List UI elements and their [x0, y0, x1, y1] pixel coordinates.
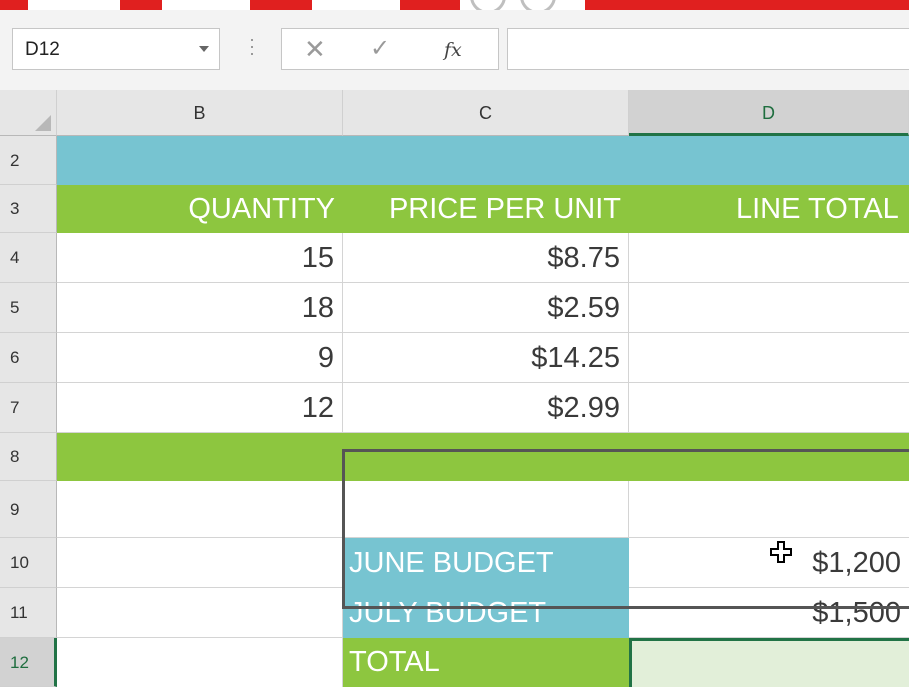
cell-b12[interactable]	[57, 638, 343, 687]
header-cell-quantity[interactable]: QUANTITY	[57, 185, 343, 233]
banner-arc-decoration	[470, 0, 506, 10]
cell-select-cross-cursor-icon	[770, 541, 792, 563]
cell-c7-price[interactable]: $2.99	[343, 383, 629, 433]
cell-c10-june-budget-label[interactable]: JUNE BUDGET	[343, 538, 629, 588]
cell-c6-price[interactable]: $14.25	[343, 333, 629, 383]
checkmark-icon[interactable]: ✓	[370, 35, 390, 63]
cell-b7-quantity[interactable]: 12	[57, 383, 343, 433]
cell-d6-line-total[interactable]	[629, 333, 909, 383]
cell-b6-quantity[interactable]: 9	[57, 333, 343, 383]
select-all-triangle-icon	[35, 115, 51, 131]
banner-arc-decoration	[520, 0, 556, 10]
column-header-c[interactable]: C	[343, 90, 629, 136]
chevron-down-icon[interactable]	[199, 46, 209, 52]
cell-d4-line-total[interactable]	[629, 233, 909, 283]
banner-red-segment	[0, 0, 28, 10]
name-box[interactable]: D12	[12, 28, 220, 70]
cell-d9[interactable]	[629, 481, 909, 538]
banner-red-segment	[120, 0, 162, 10]
row-header-8[interactable]: 8	[0, 433, 57, 481]
row-2-banner[interactable]	[57, 136, 909, 185]
cell-c5-price[interactable]: $2.59	[343, 283, 629, 333]
banner-red-segment	[400, 0, 460, 10]
cell-c4-price[interactable]: $8.75	[343, 233, 629, 283]
formula-input[interactable]	[507, 28, 909, 70]
cell-d10-june-budget-value[interactable]: $1,200	[629, 538, 909, 588]
cell-c9[interactable]	[343, 481, 629, 538]
cell-c12-total-label[interactable]: TOTAL	[343, 638, 629, 687]
cell-b11[interactable]	[57, 588, 343, 638]
cell-b10[interactable]	[57, 538, 343, 588]
background-banner	[0, 0, 909, 10]
row-header-9[interactable]: 9	[0, 481, 57, 538]
row-header-12[interactable]: 12	[0, 638, 57, 687]
banner-red-segment	[250, 0, 312, 10]
cell-c11-july-budget-label[interactable]: JULY BUDGET	[343, 588, 629, 638]
row-8-separator-band[interactable]	[57, 433, 909, 481]
row-header-11[interactable]: 11	[0, 588, 57, 638]
cell-d5-line-total[interactable]	[629, 283, 909, 333]
header-cell-line-total[interactable]: LINE TOTAL	[629, 185, 909, 233]
formula-actions: ✕ ✓ fx	[281, 28, 499, 70]
row-header-3[interactable]: 3	[0, 185, 57, 233]
formula-bar-resize-grip-icon[interactable]	[250, 34, 254, 64]
cell-d7-line-total[interactable]	[629, 383, 909, 433]
close-icon[interactable]: ✕	[304, 35, 326, 63]
cell-b5-quantity[interactable]: 18	[57, 283, 343, 333]
row-header-10[interactable]: 10	[0, 538, 57, 588]
row-header-7[interactable]: 7	[0, 383, 57, 433]
fx-icon[interactable]: fx	[444, 36, 462, 64]
banner-red-segment	[585, 0, 909, 10]
header-cell-price-per-unit[interactable]: PRICE PER UNIT	[343, 185, 629, 233]
cell-d11-july-budget-value[interactable]: $1,500	[629, 588, 909, 638]
cell-b4-quantity[interactable]: 15	[57, 233, 343, 283]
select-all-button[interactable]	[0, 90, 57, 136]
name-box-value: D12	[25, 39, 60, 60]
column-header-b[interactable]: B	[57, 90, 343, 136]
row-header-4[interactable]: 4	[0, 233, 57, 283]
row-header-2[interactable]: 2	[0, 136, 57, 185]
cell-b9[interactable]	[57, 481, 343, 538]
row-header-6[interactable]: 6	[0, 333, 57, 383]
formula-bar: D12 ✕ ✓ fx	[0, 10, 909, 90]
spreadsheet-grid[interactable]: B C D 2 3 4 5 6 7 8 9 10 11 12 QUANTITY …	[0, 90, 909, 687]
row-header-5[interactable]: 5	[0, 283, 57, 333]
column-header-d[interactable]: D	[629, 90, 909, 136]
cell-d12-total-selected[interactable]	[629, 638, 909, 687]
